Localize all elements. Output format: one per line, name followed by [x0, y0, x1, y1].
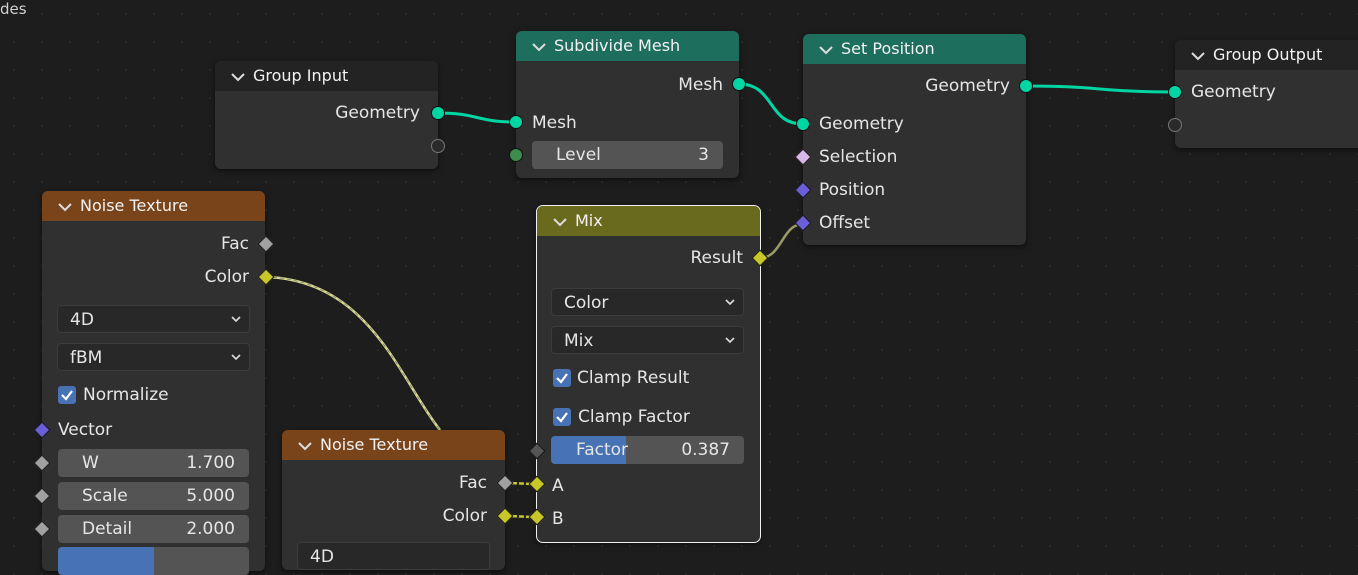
noise-type-value: fBM — [70, 348, 103, 368]
group-input-header[interactable]: Group Input — [215, 61, 438, 91]
noise-texture-header[interactable]: Noise Texture — [282, 430, 505, 460]
noise-texture-header[interactable]: Noise Texture — [42, 191, 265, 221]
node-title: Group Output — [1213, 45, 1323, 64]
subdivide-mesh-output-socket[interactable] — [732, 77, 746, 91]
input-label-geometry: Geometry — [819, 114, 904, 134]
chevron-down-icon — [725, 299, 735, 306]
level-field[interactable]: Level 3 — [532, 141, 723, 169]
roughness-fill — [58, 547, 154, 575]
clamp-result-checkbox[interactable] — [553, 369, 571, 387]
chevron-down-icon[interactable] — [819, 45, 833, 55]
chevron-down-icon — [231, 354, 241, 361]
link-mix-offset — [759, 222, 804, 260]
clamp-result-label: Clamp Result — [577, 368, 690, 388]
input-label-mesh: Mesh — [532, 113, 577, 133]
w-value: 1.700 — [186, 453, 235, 473]
noise-type-dropdown[interactable]: fBM — [57, 343, 250, 371]
input-label-b: B — [552, 509, 564, 529]
clamp-factor-checkbox[interactable] — [553, 408, 571, 426]
w-field[interactable]: W 1.700 — [58, 449, 249, 477]
set-position-node[interactable]: Set Position Geometry Geometry Selection… — [803, 34, 1026, 245]
input-label-geometry: Geometry — [1191, 82, 1276, 102]
clamp-factor-label: Clamp Factor — [578, 407, 690, 427]
checkmark-icon — [61, 390, 73, 401]
checkmark-icon — [556, 373, 568, 384]
normalize-label: Normalize — [83, 385, 169, 405]
noise-texture-node-2[interactable]: Noise Texture Fac Color 4D — [282, 430, 505, 570]
output-label-geometry: Geometry — [925, 76, 1010, 96]
factor-slider[interactable]: Factor 0.387 — [551, 436, 744, 464]
input-label-position: Position — [819, 180, 886, 200]
link-setposition-groupoutput — [1025, 84, 1176, 94]
node-title: Set Position — [841, 39, 935, 58]
input-label-a: A — [552, 476, 564, 496]
link-subdivide-setposition — [738, 82, 804, 126]
chevron-down-icon[interactable] — [553, 217, 567, 227]
scale-value: 5.000 — [186, 486, 235, 506]
link-noise1-color-to-mix — [265, 275, 441, 431]
subdivide-mesh-header[interactable]: Subdivide Mesh — [516, 31, 739, 61]
set-position-geometry-socket[interactable] — [796, 117, 810, 131]
subdivide-mesh-node[interactable]: Subdivide Mesh Mesh Mesh Level 3 — [516, 31, 739, 178]
output-label-fac: Fac — [221, 234, 249, 254]
dimensions-value: 4D — [70, 310, 94, 330]
normalize-checkbox[interactable] — [58, 386, 76, 404]
chevron-down-icon — [725, 337, 735, 344]
group-output-header[interactable]: Group Output — [1175, 40, 1358, 70]
group-output-geometry-socket[interactable] — [1168, 85, 1182, 99]
level-value: 3 — [698, 145, 709, 165]
input-label-selection: Selection — [819, 147, 898, 167]
output-label-mesh: Mesh — [678, 75, 723, 95]
data-type-value: Color — [564, 293, 609, 313]
node-title: Group Input — [253, 66, 349, 85]
dimensions-value: 4D — [310, 547, 334, 567]
group-output-empty-socket[interactable] — [1168, 118, 1182, 132]
output-label-geometry: Geometry — [335, 103, 420, 123]
factor-value: 0.387 — [681, 440, 730, 460]
node-title: Mix — [575, 211, 603, 230]
subdivide-mesh-input-socket[interactable] — [509, 115, 523, 129]
input-label-offset: Offset — [819, 213, 871, 233]
node-title: Subdivide Mesh — [554, 36, 681, 55]
noise-texture-node[interactable]: Noise Texture Fac Color 4D fBM Normalize… — [42, 191, 265, 575]
roughness-field[interactable] — [58, 547, 249, 575]
group-input-geometry-socket[interactable] — [431, 106, 445, 120]
output-label-result: Result — [690, 248, 743, 268]
scale-field[interactable]: Scale 5.000 — [58, 482, 249, 510]
node-title: Noise Texture — [80, 196, 189, 215]
blend-mode-dropdown[interactable]: Mix — [551, 326, 744, 354]
detail-value: 2.000 — [186, 519, 235, 539]
group-input-empty-socket[interactable] — [431, 139, 445, 153]
data-type-dropdown[interactable]: Color — [551, 288, 744, 316]
set-position-header[interactable]: Set Position — [803, 34, 1026, 64]
chevron-down-icon — [231, 316, 241, 323]
chevron-down-icon[interactable] — [532, 42, 546, 52]
checkmark-icon — [556, 412, 568, 423]
output-label-color: Color — [442, 506, 487, 526]
detail-field[interactable]: Detail 2.000 — [58, 515, 249, 543]
subdivide-level-socket[interactable] — [509, 148, 523, 162]
input-label-vector: Vector — [58, 420, 113, 440]
mix-header[interactable]: Mix — [537, 206, 760, 236]
group-output-node[interactable]: Group Output Geometry — [1175, 40, 1358, 148]
dimensions-dropdown[interactable]: 4D — [57, 305, 250, 333]
chevron-down-icon[interactable] — [298, 441, 312, 451]
output-label-color: Color — [204, 267, 249, 287]
link-groupinput-subdivide — [437, 111, 517, 124]
node-title: Noise Texture — [320, 435, 429, 454]
blend-mode-value: Mix — [564, 331, 594, 351]
mix-node[interactable]: Mix Result Color Mix Clamp Result Clamp … — [536, 205, 761, 543]
chevron-down-icon[interactable] — [1191, 51, 1205, 61]
dimensions-dropdown[interactable]: 4D — [297, 542, 490, 570]
set-position-output-socket[interactable] — [1019, 79, 1033, 93]
output-label-fac: Fac — [459, 473, 487, 493]
group-input-node[interactable]: Group Input Geometry — [215, 61, 438, 169]
chevron-down-icon[interactable] — [58, 202, 72, 212]
chevron-down-icon[interactable] — [231, 72, 245, 82]
